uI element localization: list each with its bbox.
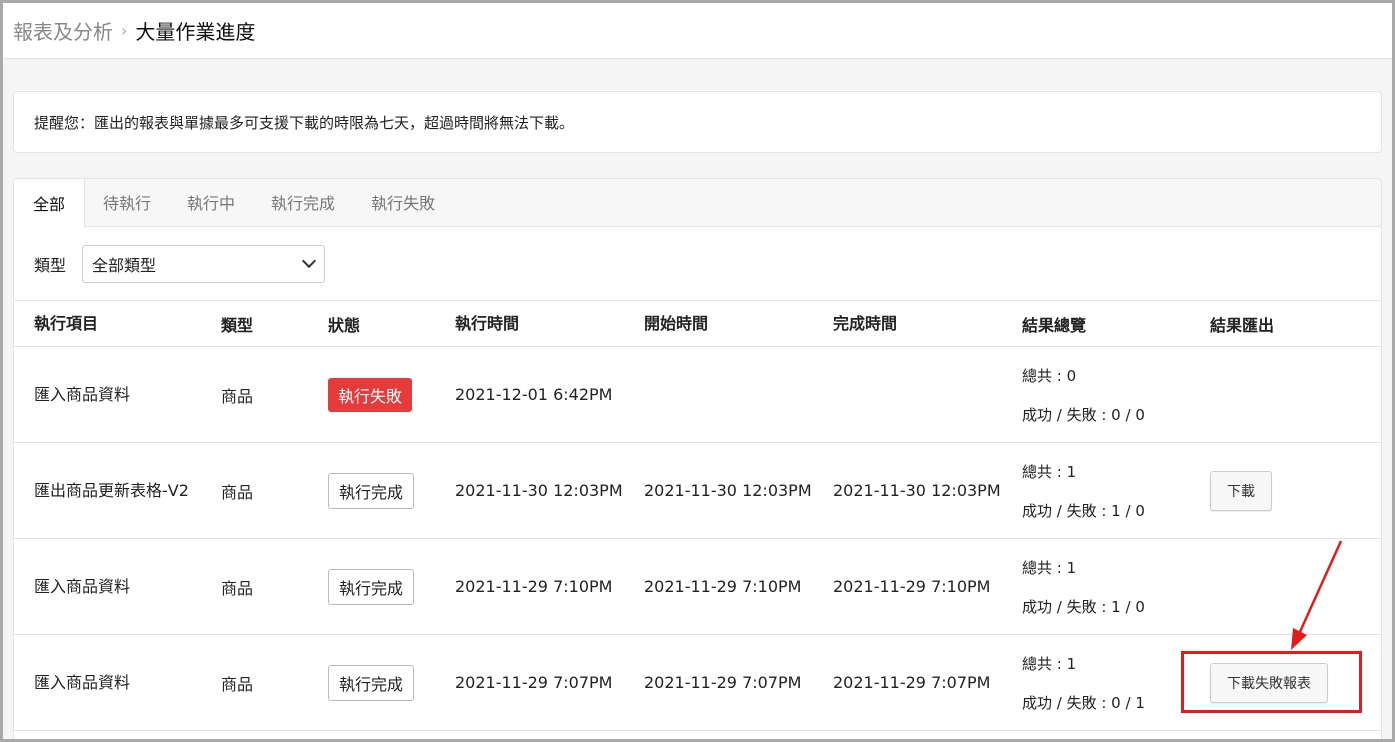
- row-item: 匯入商品資料: [34, 672, 131, 692]
- tab-running[interactable]: 執行中: [169, 179, 253, 226]
- breadcrumb: 報表及分析 › 大量作業進度: [3, 3, 1392, 59]
- status-badge-completed: 執行完成: [328, 568, 415, 605]
- summary-result: 成功 / 失敗 : 1 / 0: [1022, 501, 1145, 520]
- status-badge-failed: 執行失敗: [328, 377, 413, 412]
- status-badge-completed: 執行完成: [328, 472, 415, 509]
- type-filter-label: 類型: [34, 255, 67, 275]
- header-result-export: 結果匯出: [1210, 315, 1275, 335]
- row-end-time: 2021-11-29 7:07PM: [833, 672, 991, 692]
- summary-result: 成功 / 失敗 : 0 / 0: [1022, 405, 1145, 424]
- row-start-time: 2021-11-29 7:07PM: [644, 672, 802, 692]
- header-start-time: 開始時間: [644, 313, 709, 333]
- row-type: 商品: [221, 674, 254, 694]
- tab-all[interactable]: 全部: [14, 179, 86, 227]
- row-type: 商品: [221, 386, 254, 406]
- row-start-time: 2021-11-30 12:03PM: [644, 480, 812, 500]
- row-summary: 總共 : 0 成功 / 失敗 : 0 / 0: [1022, 365, 1210, 425]
- row-exec-time: 2021-11-30 12:03PM: [455, 480, 623, 500]
- breadcrumb-parent-link[interactable]: 報表及分析: [13, 16, 113, 45]
- status-badge-completed: 執行完成: [328, 664, 415, 701]
- row-status: 執行失敗: [328, 377, 455, 412]
- row-summary: 總共 : 1 成功 / 失敗 : 1 / 0: [1022, 461, 1210, 521]
- summary-result: 成功 / 失敗 : 0 / 1: [1022, 693, 1145, 712]
- row-exec-time: 2021-11-29 7:10PM: [455, 576, 613, 596]
- row-type: 商品: [221, 482, 254, 502]
- notice-banner: 提醒您：匯出的報表與單據最多可支援下載的時限為七天，超過時間將無法下載。: [13, 91, 1382, 153]
- type-select-value: 全部類型: [92, 255, 157, 275]
- summary-total: 總共 : 1: [1022, 462, 1077, 481]
- notice-text: 提醒您：匯出的報表與單據最多可支援下載的時限為七天，超過時間將無法下載。: [34, 113, 575, 132]
- download-failure-report-button[interactable]: 下載失敗報表: [1210, 662, 1328, 703]
- header-result-summary: 結果總覽: [1022, 315, 1087, 335]
- row-export: 下載: [1210, 470, 1381, 511]
- summary-total: 總共 : 1: [1022, 558, 1077, 577]
- header-item: 執行項目: [34, 313, 99, 333]
- summary-total: 總共 : 0: [1022, 366, 1077, 385]
- header-end-time: 完成時間: [833, 313, 898, 333]
- row-start-time: 2021-11-29 7:10PM: [644, 576, 802, 596]
- tab-pending[interactable]: 待執行: [85, 179, 169, 226]
- header-exec-time: 執行時間: [455, 313, 520, 333]
- row-item: 匯入商品資料: [34, 384, 131, 404]
- summary-total: 總共 : 1: [1022, 654, 1077, 673]
- type-filter: 類型 全部類型: [14, 227, 1381, 301]
- tab-failed[interactable]: 執行失敗: [353, 179, 453, 226]
- row-item: 匯出商品更新表格-V2: [34, 480, 189, 500]
- header-type: 類型: [221, 315, 254, 335]
- summary-result: 成功 / 失敗 : 1 / 0: [1022, 597, 1145, 616]
- tab-completed[interactable]: 執行完成: [253, 179, 353, 226]
- row-exec-time: 2021-12-01 6:42PM: [455, 384, 613, 404]
- row-summary: 總共 : 1 成功 / 失敗 : 1 / 0: [1022, 557, 1210, 617]
- chevron-down-icon: [301, 253, 317, 269]
- page-title: 大量作業進度: [135, 20, 256, 44]
- download-button[interactable]: 下載: [1210, 470, 1272, 511]
- table-row: 匯出商品更新表格-V2 商品 執行完成 2021-11-30 12:03PM 2…: [14, 443, 1381, 539]
- type-select[interactable]: 全部類型: [82, 244, 326, 283]
- row-type: 商品: [221, 578, 254, 598]
- row-exec-time: 2021-11-29 7:07PM: [455, 672, 613, 692]
- breadcrumb-separator-icon: ›: [121, 21, 128, 40]
- row-item: 匯入商品資料: [34, 576, 131, 596]
- header-status: 狀態: [328, 315, 361, 335]
- jobs-panel: 全部 待執行 執行中 執行完成 執行失敗 類型 全部類型 執行項目 類型 狀態 …: [13, 178, 1382, 739]
- row-summary: 總共 : 1 成功 / 失敗 : 0 / 1: [1022, 653, 1210, 713]
- row-end-time: 2021-11-30 12:03PM: [833, 480, 1001, 500]
- row-export: 下載失敗報表: [1210, 662, 1381, 703]
- row-status: 執行完成: [328, 568, 455, 605]
- table-row: 匯入商品資料 商品 執行完成 2021-11-29 7:07PM 2021-11…: [14, 635, 1381, 731]
- row-status: 執行完成: [328, 664, 455, 701]
- app-frame: 報表及分析 › 大量作業進度 提醒您：匯出的報表與單據最多可支援下載的時限為七天…: [0, 0, 1395, 742]
- table-row: 匯入商品資料 商品 執行失敗 2021-12-01 6:42PM 總共 : 0 …: [14, 347, 1381, 443]
- row-end-time: 2021-11-29 7:10PM: [833, 576, 991, 596]
- row-status: 執行完成: [328, 472, 455, 509]
- status-tabs: 全部 待執行 執行中 執行完成 執行失敗: [14, 179, 1381, 227]
- table-header: 執行項目 類型 狀態 執行時間 開始時間 完成時間 結果總覽 結果匯出: [14, 301, 1381, 347]
- table-row: 匯入商品資料 商品 執行完成 2021-11-29 7:10PM 2021-11…: [14, 539, 1381, 635]
